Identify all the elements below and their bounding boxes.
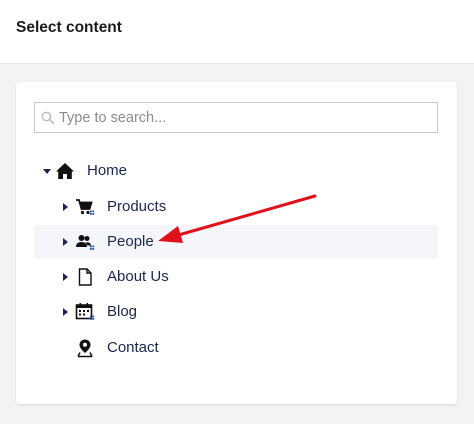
tree-node-contact[interactable]: Contact — [34, 331, 438, 365]
search-input[interactable] — [59, 103, 429, 132]
cart-icon — [76, 199, 95, 215]
search-box[interactable] — [34, 102, 438, 133]
document-icon — [78, 268, 92, 286]
expand-caret[interactable] — [63, 273, 68, 281]
tree-node-label: About Us — [107, 268, 169, 285]
tree-node-label: Home — [87, 162, 128, 179]
tree-node-about-us[interactable]: About Us — [34, 260, 438, 294]
dialog-title: Select content — [16, 19, 122, 36]
expand-caret[interactable] — [63, 308, 68, 316]
tree-node-home[interactable]: Home — [34, 154, 438, 188]
search-icon — [41, 111, 55, 125]
annotation-arrow — [158, 194, 317, 243]
map-pin-icon — [77, 339, 93, 358]
dialog-header: Select content — [0, 0, 474, 64]
tree-node-label: Contact — [107, 339, 159, 356]
home-icon — [56, 163, 74, 179]
expand-caret[interactable] — [63, 203, 68, 211]
users-icon — [76, 235, 95, 250]
calendar-icon — [75, 303, 95, 320]
tree-node-blog[interactable]: Blog — [34, 295, 438, 329]
expand-caret[interactable] — [63, 238, 68, 246]
tree-node-label: Blog — [107, 303, 138, 320]
tree-node-label: People — [107, 233, 154, 250]
expand-caret[interactable] — [43, 169, 51, 174]
